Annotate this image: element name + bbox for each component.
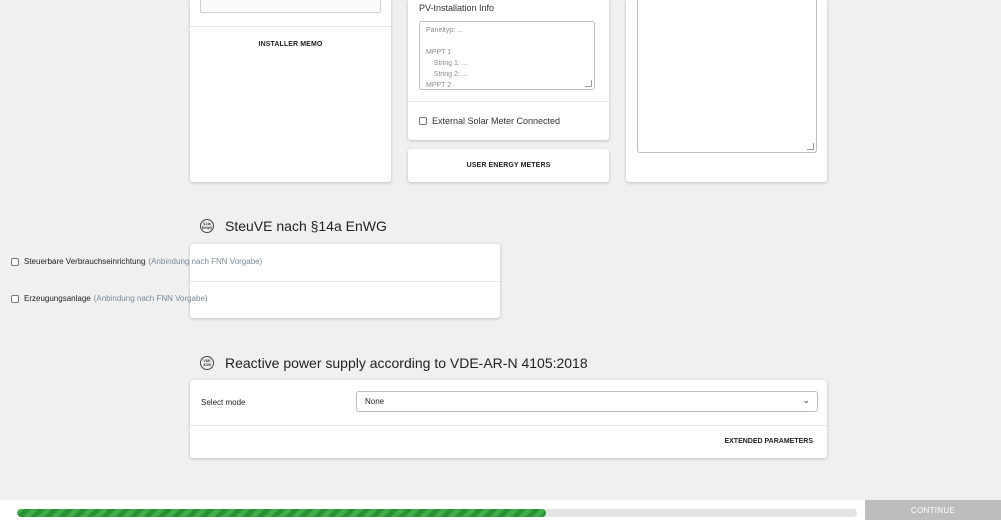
steuerbare-verbrauchseinrichtung-option[interactable]: Steuerbare Verbrauchseinrichtung (Anbind… <box>11 257 262 266</box>
select-mode-label: Select mode <box>201 398 246 407</box>
pv-placeholder-line <box>426 36 588 47</box>
divider <box>408 101 609 102</box>
pv-placeholder-line: String 2: ... <box>426 71 468 78</box>
pv-placeholder-line: String 1: ... <box>426 60 468 67</box>
pv-placeholder-line: MPPT 2 <box>426 82 452 89</box>
reactive-power-section-header: VDE 4105 Reactive power supply according… <box>200 355 588 371</box>
steuve-card <box>190 244 500 318</box>
pv-placeholder-line: Paneltyp: ... <box>426 27 463 34</box>
installer-field[interactable] <box>200 0 381 13</box>
pv-installation-textarea[interactable]: Paneltyp: ... MPPT 1 String 1: ... Strin… <box>419 21 595 90</box>
installer-card: INSTALLER MEMO <box>190 0 391 182</box>
vde-4105-icon: VDE 4105 <box>200 356 214 370</box>
resize-grip-icon[interactable] <box>807 143 814 150</box>
progress-fill <box>17 509 547 517</box>
installer-memo-button[interactable]: INSTALLER MEMO <box>190 41 391 48</box>
notes-textarea[interactable] <box>637 0 817 153</box>
option-hint: (Anbindung nach FNN Vorgabe) <box>93 294 208 303</box>
external-solar-meter-option[interactable]: External Solar Meter Connected <box>419 116 560 126</box>
steuve-section-title: SteuVE nach §14a EnWG <box>225 218 387 234</box>
external-solar-meter-checkbox[interactable] <box>419 117 427 125</box>
mode-select[interactable]: None ⌄ <box>356 391 818 412</box>
progress-bar <box>17 509 857 517</box>
steuve-section-header: §14a EnWG SteuVE nach §14a EnWG <box>200 218 387 234</box>
notes-card <box>626 0 827 182</box>
chevron-down-icon: ⌄ <box>802 395 810 405</box>
reactive-power-section-title: Reactive power supply according to VDE-A… <box>225 355 588 371</box>
divider <box>190 281 500 282</box>
divider <box>190 425 827 426</box>
mode-select-value: None <box>365 397 385 406</box>
option-label: Steuerbare Verbrauchseinrichtung <box>24 257 146 266</box>
divider <box>190 26 391 27</box>
user-energy-meters-card[interactable]: USER ENERGY METERS <box>408 149 609 182</box>
erzeugungsanlage-option[interactable]: Erzeugungsanlage (Anbindung nach FNN Vor… <box>11 294 208 303</box>
reactive-power-card: Select mode None ⌄ EXTENDED PARAMETERS <box>190 380 827 458</box>
option-hint: (Anbindung nach FNN Vorgabe) <box>148 257 263 266</box>
pv-installation-label: PV-Installation Info <box>419 3 495 13</box>
option-label: Erzeugungsanlage <box>24 294 91 303</box>
steuerbare-verbrauchseinrichtung-checkbox[interactable] <box>11 257 19 266</box>
external-solar-meter-label: External Solar Meter Connected <box>432 116 561 126</box>
continue-button[interactable]: CONTINUE <box>865 500 1001 520</box>
user-energy-meters-button[interactable]: USER ENERGY METERS <box>408 162 609 169</box>
footer-bar <box>0 500 1001 520</box>
erzeugungsanlage-checkbox[interactable] <box>11 294 19 303</box>
resize-grip-icon[interactable] <box>585 80 592 87</box>
paragraph-14a-icon: §14a EnWG <box>200 219 214 233</box>
extended-parameters-button[interactable]: EXTENDED PARAMETERS <box>724 438 813 445</box>
pv-placeholder-line: MPPT 1 <box>426 49 452 56</box>
pv-installation-card: PV-Installation Info Paneltyp: ... MPPT … <box>408 0 609 140</box>
